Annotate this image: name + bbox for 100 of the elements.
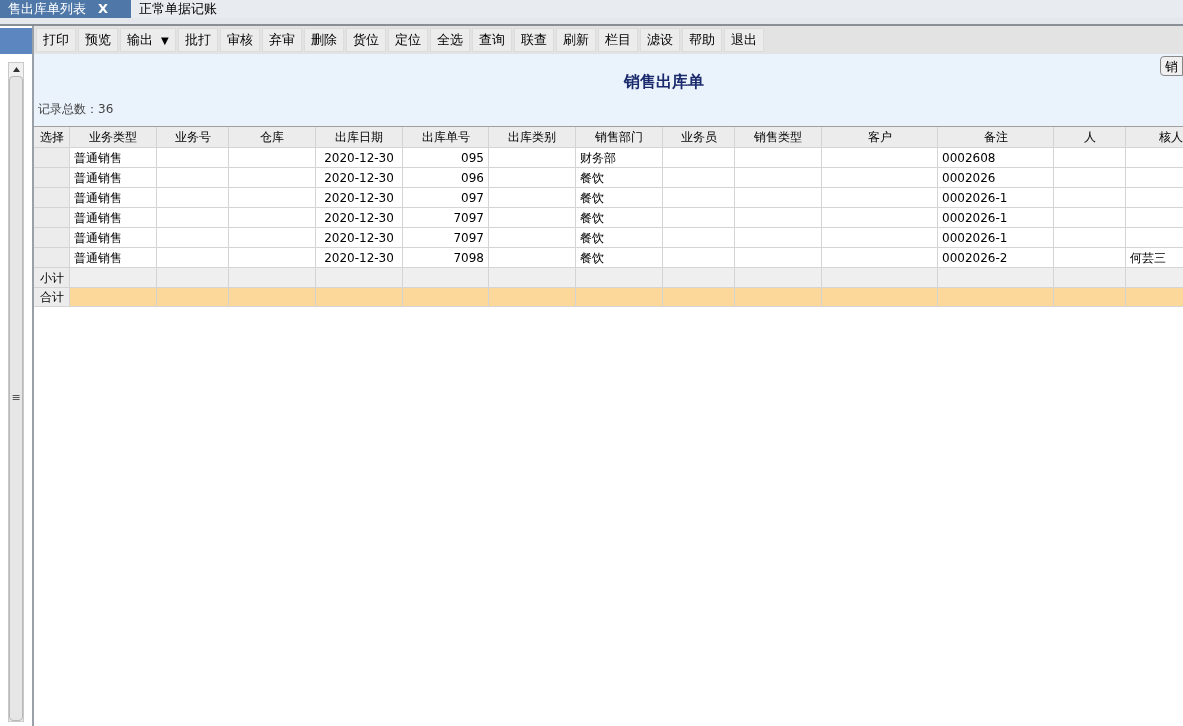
total-cell <box>663 288 735 307</box>
table-cell: 普通销售 <box>70 208 157 228</box>
table-cell: 7098 <box>403 248 489 268</box>
table-cell: 0002608 <box>938 148 1054 168</box>
table-cell <box>663 228 735 248</box>
table-cell <box>1054 168 1126 188</box>
tab[interactable]: 正常单据记账 <box>131 0 225 18</box>
toolbar-button[interactable]: 输出 ▼ <box>120 28 176 52</box>
column-header[interactable]: 客户 <box>822 127 938 148</box>
table-cell <box>1054 208 1126 228</box>
toolbar-button[interactable]: 退出 <box>723 28 764 52</box>
table-cell <box>157 168 229 188</box>
table-cell: 2020-12-30 <box>316 188 403 208</box>
toolbar-button[interactable]: 刷新 <box>555 28 596 52</box>
toolbar-button[interactable]: 定位 <box>387 28 428 52</box>
table-cell: 0002026-1 <box>938 228 1054 248</box>
row-header[interactable] <box>34 148 70 168</box>
toolbar-button[interactable]: 联查 <box>513 28 554 52</box>
total-cell <box>157 288 229 307</box>
table-cell: 餐饮 <box>576 248 663 268</box>
table-cell: 2020-12-30 <box>316 148 403 168</box>
table-cell: 普通销售 <box>70 168 157 188</box>
column-header[interactable]: 人 <box>1054 127 1126 148</box>
toolbar-button[interactable]: 删除 <box>303 28 344 52</box>
table-cell: 餐饮 <box>576 228 663 248</box>
row-header[interactable]: 小计 <box>34 268 70 288</box>
toolbar-button[interactable]: 滤设 <box>639 28 680 52</box>
table-cell: 普通销售 <box>70 188 157 208</box>
table-cell <box>663 248 735 268</box>
row-header[interactable]: 合计 <box>34 288 70 307</box>
column-header[interactable]: 出库类别 <box>489 127 576 148</box>
table-cell: 餐饮 <box>576 188 663 208</box>
column-header[interactable]: 备注 <box>938 127 1054 148</box>
toolbar-button[interactable]: 栏目 <box>597 28 638 52</box>
column-header[interactable]: 选择 <box>34 127 70 148</box>
table-cell: 普通销售 <box>70 148 157 168</box>
panel-header <box>0 28 32 54</box>
table-cell <box>1054 148 1126 168</box>
row-header[interactable] <box>34 168 70 188</box>
table-cell <box>663 188 735 208</box>
table-cell <box>663 148 735 168</box>
toolbar-button[interactable]: 打印 <box>36 28 76 52</box>
table-cell <box>1054 268 1126 288</box>
table-cell <box>1054 188 1126 208</box>
table-cell: 2020-12-30 <box>316 208 403 228</box>
toolbar-button[interactable]: 查询 <box>471 28 512 52</box>
row-header[interactable] <box>34 208 70 228</box>
table-cell <box>663 168 735 188</box>
total-cell <box>1054 288 1126 307</box>
toolbar-button[interactable]: 弃审 <box>261 28 302 52</box>
table-cell <box>663 208 735 228</box>
table-cell <box>157 248 229 268</box>
table-cell: 097 <box>403 188 489 208</box>
table-cell <box>1054 228 1126 248</box>
column-header[interactable]: 仓库 <box>229 127 316 148</box>
close-icon[interactable]: X <box>98 0 109 19</box>
table-cell <box>663 268 735 288</box>
toolbar-button[interactable]: 审核 <box>219 28 260 52</box>
side-button[interactable]: 销 <box>1160 56 1183 76</box>
record-count: 记录总数：36 <box>38 101 115 118</box>
column-header[interactable]: 业务号 <box>157 127 229 148</box>
table-cell: 普通销售 <box>70 228 157 248</box>
column-header[interactable]: 销售部门 <box>576 127 663 148</box>
row-header[interactable] <box>34 228 70 248</box>
toolbar-button[interactable]: 预览 <box>78 28 118 52</box>
table-cell <box>157 188 229 208</box>
toolbar-button[interactable]: 全选 <box>429 28 470 52</box>
scroll-up-icon[interactable] <box>12 67 20 72</box>
table-cell: 普通销售 <box>70 248 157 268</box>
table-cell <box>157 268 229 288</box>
row-header[interactable] <box>34 248 70 268</box>
column-header[interactable]: 核人 <box>1126 127 1183 148</box>
table-cell: 095 <box>403 148 489 168</box>
column-header[interactable]: 业务类型 <box>70 127 157 148</box>
column-header[interactable]: 出库日期 <box>316 127 403 148</box>
report-title: 销售出库单 <box>623 71 704 93</box>
table-cell: 7097 <box>403 208 489 228</box>
column-header[interactable]: 销售类型 <box>735 127 822 148</box>
table-cell: 0002026-1 <box>938 208 1054 228</box>
toolbar-button[interactable]: 货位 <box>345 28 386 52</box>
table-cell: 餐饮 <box>576 168 663 188</box>
table-cell: 2020-12-30 <box>316 228 403 248</box>
table-cell: 0002026-1 <box>938 188 1054 208</box>
column-header[interactable]: 业务员 <box>663 127 735 148</box>
table-cell <box>157 208 229 228</box>
table-cell <box>157 148 229 168</box>
scroll-grip[interactable]: ≡ <box>11 390 21 407</box>
table-cell <box>1054 248 1126 268</box>
tab[interactable]: 售出库单列表 X <box>0 0 131 18</box>
table-cell: 0002026 <box>938 168 1054 188</box>
table-cell <box>157 228 229 248</box>
row-header[interactable] <box>34 188 70 208</box>
table-cell: 2020-12-30 <box>316 168 403 188</box>
scrollbar[interactable]: ≡ <box>8 62 24 722</box>
table-cell: 0002026-2 <box>938 248 1054 268</box>
table-cell: 7097 <box>403 228 489 248</box>
table-cell: 2020-12-30 <box>316 248 403 268</box>
toolbar-button[interactable]: 批打 <box>177 28 218 52</box>
toolbar-button[interactable]: 帮助 <box>681 28 722 52</box>
column-header[interactable]: 出库单号 <box>403 127 489 148</box>
